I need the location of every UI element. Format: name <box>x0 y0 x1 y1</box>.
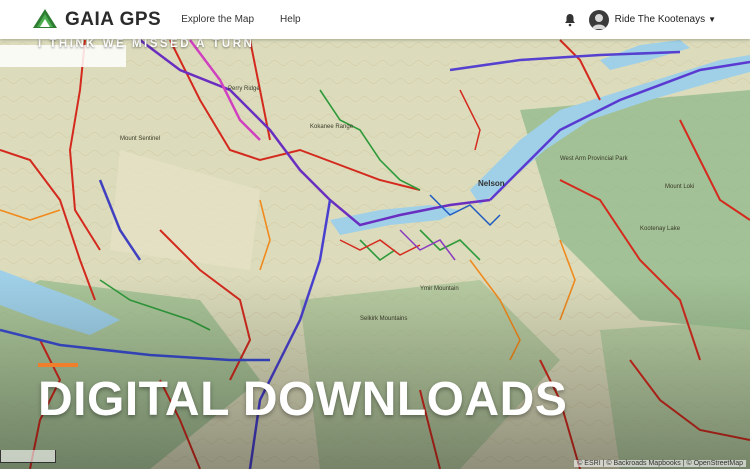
nav-help[interactable]: Help <box>280 14 301 25</box>
svg-text:Selkirk Mountains: Selkirk Mountains <box>360 316 407 322</box>
chevron-down-icon[interactable]: ▼ <box>708 15 716 24</box>
hero-headline: DIGITAL DOWNLOADS <box>38 373 568 426</box>
nav-explore-map[interactable]: Explore the Map <box>181 14 254 25</box>
brand-name: GAIA GPS <box>65 8 162 30</box>
map-attribution[interactable]: © ESRI | © Backroads Mapbooks | © OpenSt… <box>574 460 746 467</box>
accent-bar <box>38 363 78 367</box>
map-scale-bar <box>0 450 56 463</box>
gaia-logo-icon <box>33 8 57 28</box>
svg-text:Kokanee Range: Kokanee Range <box>310 124 354 130</box>
svg-text:Kootenay Lake: Kootenay Lake <box>640 226 681 232</box>
user-name[interactable]: Ride The Kootenays <box>615 14 705 25</box>
svg-text:Mount Loki: Mount Loki <box>665 184 694 190</box>
avatar[interactable] <box>588 9 609 30</box>
brand-logo[interactable]: GAIA GPS <box>32 8 161 32</box>
top-navigation: GAIA GPS Explore the Map Help Ride The K… <box>0 0 750 39</box>
svg-text:Mount Sentinel: Mount Sentinel <box>120 136 160 142</box>
city-label: Nelson <box>478 179 505 188</box>
hero-tagline: I THINK WE MISSED A TURN <box>38 38 255 50</box>
user-avatar-icon <box>591 13 606 29</box>
svg-text:Ymir Mountain: Ymir Mountain <box>420 286 459 292</box>
main-nav: Explore the Map Help <box>181 14 326 25</box>
svg-text:Perry Ridge: Perry Ridge <box>228 86 260 92</box>
svg-text:West Arm Provincial Park: West Arm Provincial Park <box>560 156 629 162</box>
user-area: Ride The Kootenays ▼ <box>563 9 716 30</box>
bell-icon[interactable] <box>563 13 577 27</box>
